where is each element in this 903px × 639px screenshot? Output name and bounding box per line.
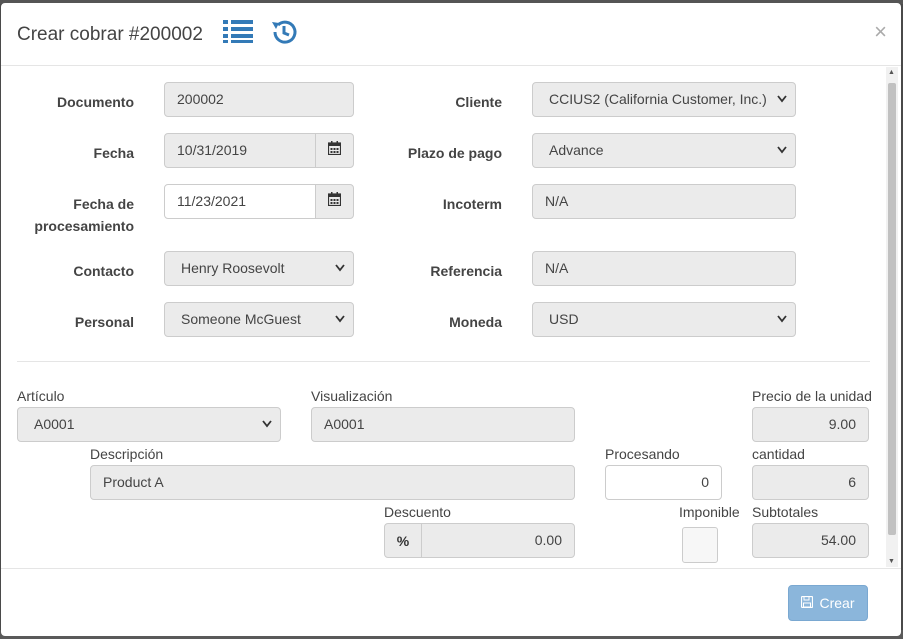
personal-select[interactable]: Someone McGuest [164,302,354,337]
procesando-label: Procesando [605,446,680,462]
plazo-pago-value: Advance [549,142,604,158]
contacto-select[interactable]: Henry Roosevolt [164,251,354,286]
calendar-button-procesamiento[interactable] [315,184,354,219]
list-icon[interactable] [223,18,253,49]
section-divider [17,361,870,362]
fecha-procesamiento-label-line1: Fecha de [73,196,134,212]
referencia-label: Referencia [430,263,502,279]
scrollbar-thumb[interactable] [888,83,896,535]
personal-value: Someone McGuest [181,311,301,327]
close-button[interactable]: × [874,21,887,43]
documento-field: 200002 [164,82,354,117]
fecha-procesamiento-label: Fecha de procesamiento [17,193,134,237]
subtotales-field: 54.00 [752,523,869,558]
cliente-value: CCIUS2 (California Customer, Inc.) [549,91,767,107]
imponible-checkbox[interactable] [682,527,718,563]
moneda-value: USD [549,311,579,327]
fecha-label: Fecha [93,145,134,161]
moneda-select[interactable]: USD [532,302,796,337]
visualizacion-field: A0001 [311,407,575,442]
chevron-down-icon [335,303,345,336]
descripcion-field: Product A [90,465,575,500]
descripcion-label: Descripción [90,446,164,462]
contacto-label: Contacto [73,263,134,279]
chevron-down-icon [262,408,272,441]
cantidad-field: 6 [752,465,869,500]
articulo-label: Artículo [17,388,65,404]
chevron-down-icon [777,303,787,336]
plazo-pago-select[interactable]: Advance [532,133,796,168]
descuento-field: 0.00 [421,523,575,558]
cantidad-label: cantidad [752,446,805,462]
history-icon[interactable] [270,18,298,51]
chevron-down-icon [777,134,787,167]
modal-title: Crear cobrar #200002 [17,24,203,45]
articulo-select[interactable]: A0001 [17,407,281,442]
incoterm-field: N/A [532,184,796,219]
imponible-label: Imponible [679,504,740,520]
calendar-icon [327,141,342,160]
visualizacion-label: Visualización [311,388,393,404]
contacto-value: Henry Roosevolt [181,260,285,276]
cliente-label: Cliente [455,94,502,110]
procesando-input[interactable]: 0 [605,465,722,500]
fecha-procesamiento-input[interactable]: 11/23/2021 [164,184,316,219]
calendar-icon [327,192,342,211]
percent-addon: % [384,523,422,558]
incoterm-label: Incoterm [442,196,502,212]
moneda-label: Moneda [449,314,502,330]
vertical-scrollbar[interactable]: ▲ ▼ [886,67,898,567]
articulo-value: A0001 [34,416,75,432]
personal-label: Personal [74,314,134,330]
chevron-down-icon [777,83,787,116]
fecha-procesamiento-label-line2: procesamiento [34,218,134,234]
calendar-button[interactable] [315,133,354,168]
subtotales-label: Subtotales [752,504,819,520]
create-button-label: Crear [819,595,855,611]
create-button[interactable]: Crear [788,585,868,621]
scroll-down-arrow-icon[interactable]: ▼ [888,558,895,565]
modal-footer: Crear [1,568,901,636]
modal-body: Documento 200002 Fecha 10/31/2019 Fecha … [1,67,887,567]
descuento-label: Descuento [384,504,451,520]
cliente-select[interactable]: CCIUS2 (California Customer, Inc.) [532,82,796,117]
documento-label: Documento [57,94,134,110]
precio-unidad-field: 9.00 [752,407,869,442]
precio-unidad-label: Precio de la unidad [752,388,872,404]
save-icon [801,595,814,611]
scroll-up-arrow-icon[interactable]: ▲ [888,69,895,76]
plazo-pago-label: Plazo de pago [407,145,502,161]
chevron-down-icon [335,252,345,285]
modal-header: Crear cobrar #200002 × [1,3,901,66]
fecha-field: 10/31/2019 [164,133,316,168]
create-receivable-modal: Crear cobrar #200002 × Documento 200002 … [1,3,901,636]
referencia-field: N/A [532,251,796,286]
